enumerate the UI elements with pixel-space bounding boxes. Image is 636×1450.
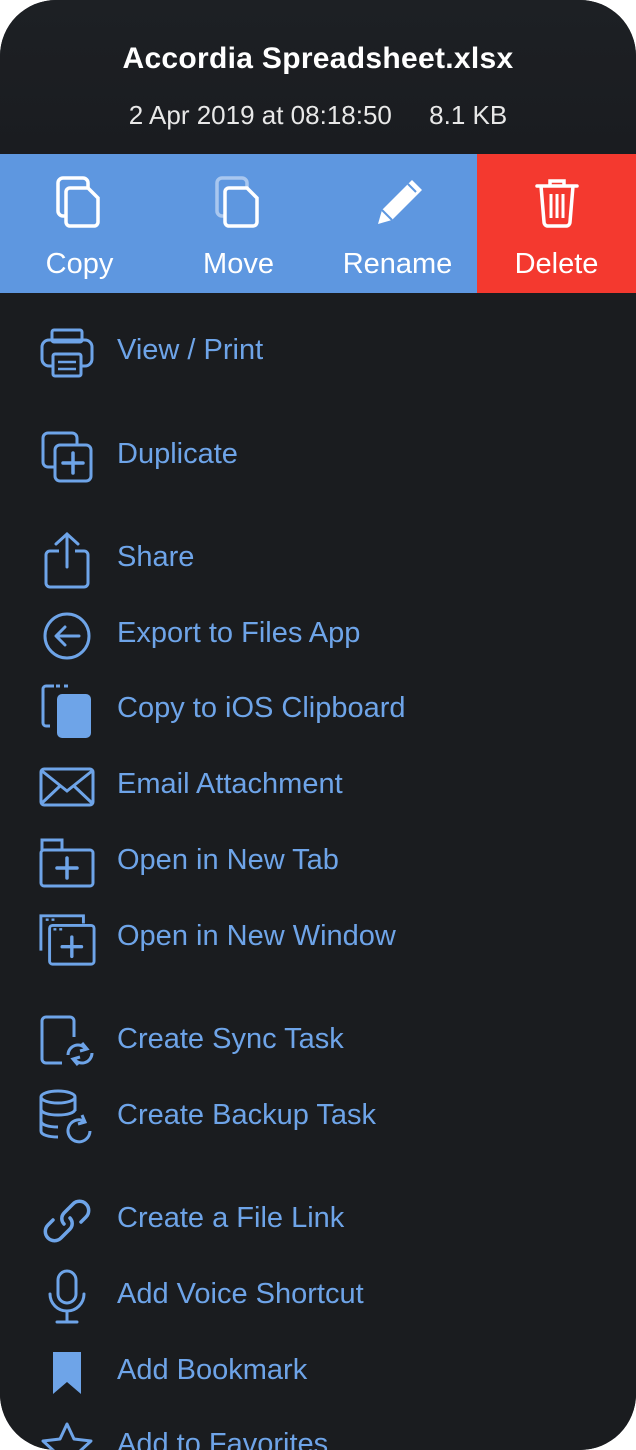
delete-label: Delete: [514, 248, 599, 280]
menu-item-label: Duplicate: [117, 438, 238, 470]
menu-item-create-backup-task[interactable]: Create Backup Task: [0, 1082, 636, 1152]
menu-item-export-files[interactable]: Export to Files App: [0, 600, 636, 670]
bookmark-icon: [38, 1344, 96, 1402]
menu-item-share[interactable]: Share: [0, 524, 636, 594]
action-menu: View / Print Duplicate Share Export to F…: [0, 293, 636, 1450]
duplicate-icon: [38, 428, 96, 486]
menu-item-email-attachment[interactable]: Email Attachment: [0, 751, 636, 821]
menu-item-label: Export to Files App: [117, 617, 361, 649]
copy-button[interactable]: Copy: [0, 154, 159, 293]
new-tab-icon: [38, 834, 96, 892]
printer-icon: [38, 324, 96, 382]
menu-item-label: Email Attachment: [117, 768, 343, 800]
export-arrow-icon: [38, 607, 96, 665]
link-icon: [38, 1192, 96, 1250]
menu-item-label: Add to Favorites: [117, 1428, 329, 1450]
menu-item-open-new-tab[interactable]: Open in New Tab: [0, 827, 636, 897]
menu-item-label: Create Backup Task: [117, 1099, 376, 1131]
envelope-icon: [38, 758, 96, 816]
delete-button[interactable]: Delete: [477, 154, 636, 293]
rename-label: Rename: [342, 248, 453, 280]
menu-item-label: Create a File Link: [117, 1202, 345, 1234]
menu-item-copy-clipboard[interactable]: Copy to iOS Clipboard: [0, 675, 636, 745]
move-icon: [159, 174, 318, 230]
action-bar: Copy Move Rename Delete: [0, 154, 636, 293]
rename-button[interactable]: Rename: [318, 154, 477, 293]
menu-item-label: Create Sync Task: [117, 1023, 344, 1055]
file-info-header: Accordia Spreadsheet.xlsx 2 Apr 2019 at …: [0, 0, 636, 154]
menu-item-open-new-window[interactable]: Open in New Window: [0, 903, 636, 973]
move-label: Move: [203, 248, 274, 280]
share-icon: [38, 531, 96, 589]
file-actions-sheet: Accordia Spreadsheet.xlsx 2 Apr 2019 at …: [0, 0, 636, 1450]
file-name: Accordia Spreadsheet.xlsx: [122, 42, 514, 75]
menu-item-add-bookmark[interactable]: Add Bookmark: [0, 1337, 636, 1407]
file-size: 8.1 KB: [429, 100, 508, 130]
menu-item-duplicate[interactable]: Duplicate: [0, 421, 636, 491]
trash-icon: [477, 174, 636, 230]
menu-item-create-file-link[interactable]: Create a File Link: [0, 1185, 636, 1255]
star-icon: [38, 1418, 96, 1450]
new-window-icon: [38, 910, 96, 968]
menu-item-label: Open in New Window: [117, 920, 396, 952]
microphone-icon: [38, 1268, 96, 1326]
pencil-icon: [318, 174, 477, 230]
menu-item-label: Add Bookmark: [117, 1354, 308, 1386]
menu-item-add-voice-shortcut[interactable]: Add Voice Shortcut: [0, 1261, 636, 1331]
clipboard-icon: [38, 682, 96, 740]
file-meta: 2 Apr 2019 at 08:18:50 8.1 KB: [0, 100, 636, 131]
menu-item-label: Copy to iOS Clipboard: [117, 692, 406, 724]
file-date: 2 Apr 2019 at 08:18:50: [128, 100, 392, 130]
backup-database-icon: [38, 1089, 96, 1147]
menu-item-create-sync-task[interactable]: Create Sync Task: [0, 1006, 636, 1076]
menu-item-label: Open in New Tab: [117, 844, 339, 876]
menu-item-add-to-favorites[interactable]: Add to Favorites: [0, 1411, 636, 1450]
copy-icon: [0, 174, 159, 230]
move-button[interactable]: Move: [159, 154, 318, 293]
sync-icon: [38, 1013, 96, 1071]
menu-item-label: Add Voice Shortcut: [117, 1278, 364, 1310]
menu-item-label: View / Print: [117, 334, 264, 366]
copy-label: Copy: [45, 248, 114, 280]
menu-item-label: Share: [117, 541, 195, 573]
menu-item-view-print[interactable]: View / Print: [0, 317, 636, 387]
